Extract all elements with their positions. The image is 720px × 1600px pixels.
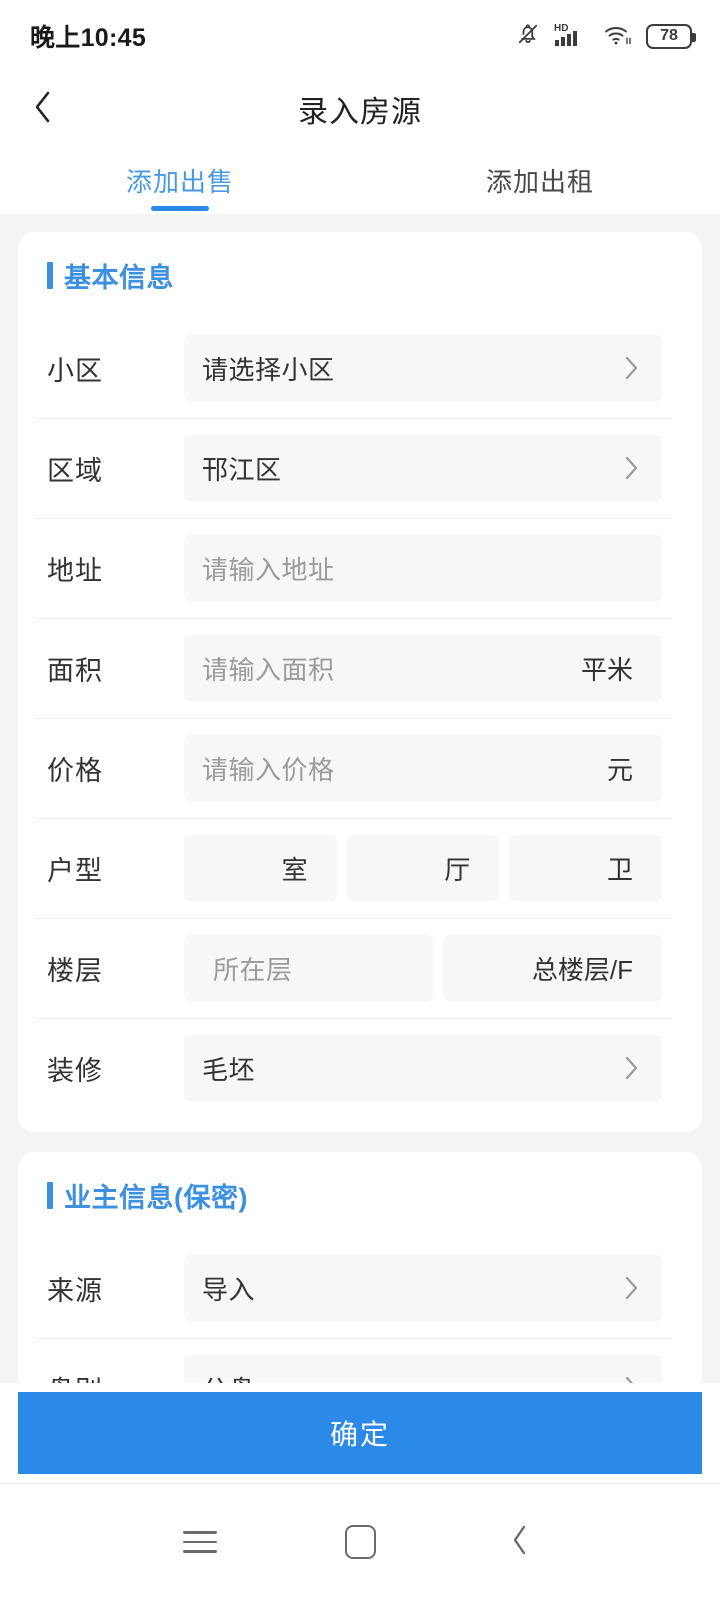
row-listing-type: 盘别 公盘: [18, 1338, 702, 1383]
fields-address: 请输入地址: [184, 535, 662, 601]
tab-add-sale[interactable]: 添加出售: [0, 146, 360, 214]
battery-icon: 78: [646, 23, 696, 49]
system-navigation-bar: [0, 1483, 720, 1600]
card-owner-info: 业主信息(保密) 来源 导入 盘别: [18, 1152, 702, 1383]
status-icon-group: HD 78: [515, 21, 696, 52]
row-source: 来源 导入: [18, 1238, 702, 1338]
row-community: 小区 请选择小区: [18, 318, 702, 418]
fields-listing-type: 公盘: [184, 1355, 662, 1383]
row-layout: 户型 室 厅 卫: [18, 818, 702, 918]
unit-baths: 卫: [607, 854, 634, 885]
fields-decoration: 毛坯: [184, 1035, 662, 1101]
input-total-floor[interactable]: 总楼层/F: [442, 935, 662, 1001]
wifi-icon: [603, 21, 633, 52]
label-district: 区域: [47, 455, 103, 486]
page-header: 录入房源: [0, 72, 720, 146]
svg-text:HD: HD: [554, 23, 568, 34]
value-listing-type: 公盘: [202, 1370, 255, 1384]
value-district: 邗江区: [202, 454, 282, 485]
fields-district: 邗江区: [184, 435, 662, 501]
fields-layout: 室 厅 卫: [184, 835, 663, 901]
input-layout-baths[interactable]: 卫: [509, 835, 663, 901]
fields-price: 请输入价格 元: [184, 735, 662, 801]
bell-muted-icon: [515, 21, 541, 52]
input-current-floor[interactable]: 所在层: [184, 935, 433, 1001]
footer-bar: 确定: [0, 1383, 720, 1483]
tab-bar: 添加出售 添加出租: [0, 146, 720, 214]
app-screen: 晚上10:45 HD 78 录入房源 添加出售 添加出租 基本信息 小区 请选择…: [0, 0, 720, 1600]
row-area: 面积 请输入面积 平米: [18, 618, 702, 718]
fields-community: 请选择小区: [184, 335, 662, 401]
input-address[interactable]: 请输入地址: [184, 535, 662, 601]
system-back-button[interactable]: [480, 1502, 560, 1582]
input-layout-rooms[interactable]: 室: [184, 835, 337, 901]
placeholder-current-floor: 所在层: [213, 954, 293, 985]
label-area: 面积: [47, 655, 103, 686]
label-price: 价格: [47, 755, 103, 786]
fields-floor: 所在层 总楼层/F: [184, 935, 662, 1001]
unit-area: 平米: [580, 654, 633, 685]
chevron-right-icon: [624, 1274, 662, 1302]
row-decoration: 装修 毛坯: [18, 1018, 702, 1118]
row-floor: 楼层 所在层 总楼层/F: [18, 918, 702, 1018]
system-menu-button[interactable]: [160, 1502, 240, 1582]
input-price[interactable]: 请输入价格 元: [184, 735, 662, 801]
chevron-left-icon: [510, 1523, 530, 1562]
label-decoration: 装修: [47, 1055, 103, 1086]
select-district[interactable]: 邗江区: [184, 435, 662, 501]
hd-signal-icon: HD: [554, 21, 590, 52]
label-source: 来源: [47, 1275, 103, 1306]
label-layout: 户型: [47, 855, 103, 886]
chevron-right-icon: [624, 1374, 662, 1383]
status-time: 晚上10:45: [30, 24, 147, 52]
section-title-owner: 业主信息(保密): [64, 1182, 248, 1213]
form-scroll-area[interactable]: 基本信息 小区 请选择小区 区域 邗江区 地址 请输入地址 面积 请输入面积 平…: [0, 214, 720, 1383]
tab-add-rent[interactable]: 添加出租: [360, 146, 720, 214]
fields-source: 导入: [184, 1255, 662, 1321]
row-address: 地址 请输入地址: [18, 518, 702, 618]
unit-price: 元: [606, 754, 633, 785]
unit-rooms: 室: [281, 854, 308, 885]
confirm-button[interactable]: 确定: [18, 1392, 702, 1474]
home-square-icon: [344, 1525, 376, 1559]
select-decoration[interactable]: 毛坯: [184, 1035, 662, 1101]
placeholder-price: 请输入价格: [202, 754, 335, 785]
page-title: 录入房源: [298, 96, 422, 129]
section-title-basic: 基本信息: [64, 262, 174, 293]
placeholder-address: 请输入地址: [202, 554, 335, 585]
select-community[interactable]: 请选择小区: [184, 335, 662, 401]
tab-active-indicator: [151, 206, 209, 211]
select-source[interactable]: 导入: [184, 1255, 662, 1321]
row-district: 区域 邗江区: [18, 418, 702, 518]
system-home-button[interactable]: [320, 1502, 400, 1582]
value-source: 导入: [202, 1274, 256, 1305]
select-listing-type[interactable]: 公盘: [184, 1355, 662, 1383]
battery-level: 78: [660, 27, 678, 44]
label-address: 地址: [47, 555, 103, 586]
row-price: 价格 请输入价格 元: [18, 718, 702, 818]
section-header-basic: 基本信息: [18, 232, 702, 318]
value-decoration: 毛坯: [202, 1054, 256, 1085]
input-area[interactable]: 请输入面积 平米: [184, 635, 662, 701]
hamburger-icon: [183, 1524, 217, 1560]
label-listing-type: 盘别: [47, 1369, 184, 1384]
value-community: 请选择小区: [202, 354, 335, 385]
status-bar: 晚上10:45 HD 78: [0, 0, 720, 72]
unit-halls: 厅: [444, 854, 471, 885]
placeholder-area: 请输入面积: [202, 654, 335, 685]
chevron-right-icon: [624, 1054, 662, 1082]
chevron-right-icon: [624, 354, 662, 382]
input-layout-halls[interactable]: 厅: [346, 835, 500, 901]
chevron-right-icon: [624, 454, 662, 482]
label-floor: 楼层: [47, 955, 103, 986]
fields-area: 请输入面积 平米: [184, 635, 662, 701]
unit-total-floor: 总楼层/F: [531, 954, 633, 985]
section-accent-bar: [47, 261, 53, 289]
label-community: 小区: [47, 355, 103, 386]
card-basic-info: 基本信息 小区 请选择小区 区域 邗江区 地址 请输入地址 面积 请输入面积 平…: [18, 232, 702, 1132]
tab-add-rent-label: 添加出租: [485, 166, 594, 197]
section-accent-bar: [47, 1181, 53, 1209]
tab-add-sale-label: 添加出售: [125, 166, 234, 197]
section-header-owner: 业主信息(保密): [18, 1152, 702, 1238]
